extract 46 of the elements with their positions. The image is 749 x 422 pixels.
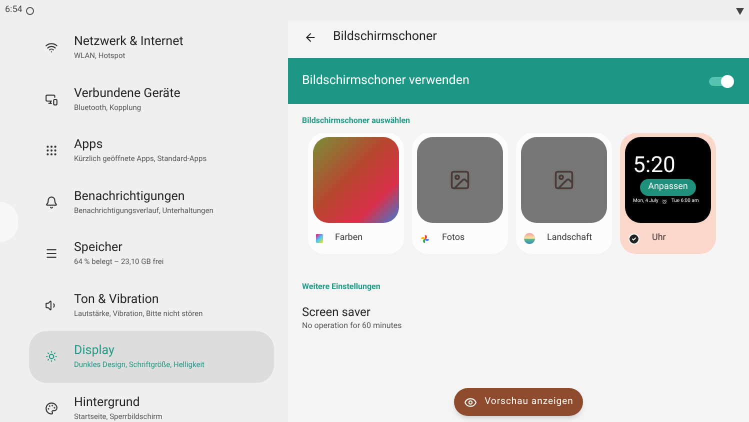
devices-icon xyxy=(45,92,58,106)
landscape-icon xyxy=(524,233,535,244)
main-switch-bar[interactable]: Bildschirmschoner verwenden xyxy=(288,58,749,104)
settings-row[interactable]: Screen saver No operation for 60 minutes xyxy=(302,305,402,332)
list-icon xyxy=(45,247,58,260)
section-heading: Bildschirmschoner auswählen xyxy=(302,115,412,127)
item-title: Hintergrund xyxy=(74,394,141,411)
item-title: Apps xyxy=(74,137,104,154)
item-title: Display xyxy=(74,343,116,360)
clock-time: 5:20 xyxy=(633,154,676,176)
screensaver-card[interactable]: Landschaft xyxy=(516,133,612,254)
screensaver-card[interactable]: Farben xyxy=(308,133,404,254)
card-label: Fotos xyxy=(442,232,465,245)
card-label: Farben xyxy=(335,232,363,245)
check-icon xyxy=(628,232,640,245)
brightness-icon xyxy=(45,350,58,364)
status-icon xyxy=(26,7,34,15)
switch-label: Bildschirmschoner verwenden xyxy=(302,72,470,90)
card-label: Landschaft xyxy=(547,232,592,245)
section-heading: Weitere Einstellungen xyxy=(302,281,382,293)
bell-icon xyxy=(45,196,58,209)
signal-icon xyxy=(736,8,744,14)
back-icon[interactable] xyxy=(304,30,317,44)
item-title: Verbundene Geräte xyxy=(74,86,180,102)
eye-icon xyxy=(464,396,477,408)
speaker-icon xyxy=(45,298,58,312)
setting-subtitle: No operation for 60 minutes xyxy=(302,320,402,332)
item-title: Benachrichtigungen xyxy=(74,188,186,205)
page-title: Bildschirmschoner xyxy=(333,28,437,46)
setting-title: Screen saver xyxy=(302,305,372,320)
item-title: Speicher xyxy=(74,240,124,256)
preview-button[interactable]: Vorschau anzeigen xyxy=(454,388,584,416)
palette-icon xyxy=(45,402,58,415)
card-label: Uhr xyxy=(652,232,666,245)
grid-icon xyxy=(45,144,58,158)
image-icon xyxy=(553,169,575,191)
image-icon xyxy=(449,169,471,191)
screensaver-card[interactable]: Fotos xyxy=(412,133,508,254)
alarm-icon xyxy=(662,199,668,204)
item-title: Netzwerk & Internet xyxy=(74,34,184,50)
colors-icon xyxy=(316,234,323,244)
pinwheel-icon xyxy=(420,234,430,244)
toggle-switch[interactable] xyxy=(709,76,731,86)
item-title: Ton & Vibration xyxy=(74,292,160,308)
customize-button[interactable]: Anpassen xyxy=(640,178,696,196)
status-time: 6:54 xyxy=(5,4,22,18)
